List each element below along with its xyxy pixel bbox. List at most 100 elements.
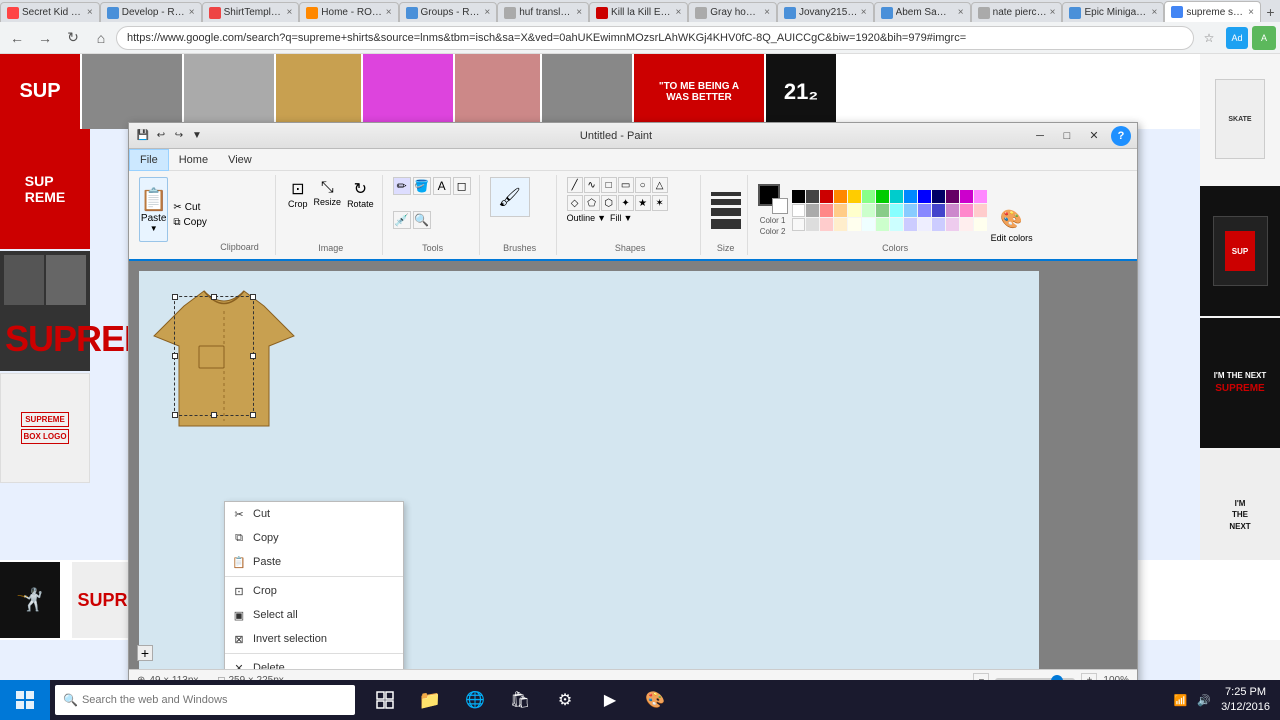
left-img-3[interactable]: SUPREME BOX LOGO <box>0 373 90 483</box>
ctx-selectall[interactable]: ▣ Select all <box>225 603 403 627</box>
palette-teal[interactable] <box>890 190 903 203</box>
handle-mr[interactable] <box>250 353 256 359</box>
color-pick-tool[interactable]: 💉 <box>393 211 411 229</box>
palette-llblue[interactable] <box>904 204 917 217</box>
tab-5[interactable]: Groups - RO... × <box>399 2 498 22</box>
palette-lpurple[interactable] <box>960 190 973 203</box>
palette-pink[interactable] <box>974 190 987 203</box>
paint-canvas-area[interactable]: ✂ Cut ⧉ Copy 📋 Paste ⊡ Crop <box>129 261 1137 669</box>
palette-g3[interactable] <box>862 218 875 231</box>
palette-dblue[interactable] <box>932 190 945 203</box>
palette-dgreen[interactable] <box>876 190 889 203</box>
palette-lblue[interactable] <box>904 190 917 203</box>
zoom-minus-button[interactable]: − <box>973 673 989 681</box>
bottom-img-1[interactable]: 🤺 <box>0 562 60 638</box>
menu-home[interactable]: Home <box>169 149 218 171</box>
zoom-tool[interactable]: 🔍 <box>413 211 431 229</box>
menu-file[interactable]: File <box>129 149 169 171</box>
palette-b5[interactable] <box>932 218 945 231</box>
palette-b4[interactable] <box>918 218 931 231</box>
bookmark-icon[interactable]: ☆ <box>1196 25 1222 51</box>
ctx-invertsel[interactable]: ⊠ Invert selection <box>225 627 403 651</box>
help-button[interactable]: ? <box>1111 126 1131 146</box>
size-3[interactable] <box>711 208 741 216</box>
palette-blue[interactable] <box>918 190 931 203</box>
shape-ellipse[interactable]: ○ <box>635 177 651 193</box>
back-button[interactable]: ← <box>4 25 30 51</box>
home-button[interactable]: ⌂ <box>88 25 114 51</box>
shape-star5[interactable]: ★ <box>635 195 651 211</box>
airdroid-icon[interactable]: A <box>1252 26 1276 50</box>
palette-white[interactable] <box>792 204 805 217</box>
tab-11[interactable]: nate pierce... × <box>971 2 1063 22</box>
palette-lyellow[interactable] <box>848 204 861 217</box>
palette-dgray[interactable] <box>806 190 819 203</box>
palette-red1[interactable] <box>820 190 833 203</box>
media-player-icon[interactable]: ▶ <box>590 680 630 720</box>
file-explorer-icon[interactable]: 📁 <box>410 680 450 720</box>
shape-roundrect[interactable]: ▭ <box>618 177 634 193</box>
left-img-1[interactable]: SUPREME <box>0 129 90 249</box>
undo-quick-icon[interactable]: ↩ <box>153 128 169 144</box>
palette-mpink[interactable] <box>960 204 973 217</box>
task-view-button[interactable] <box>365 680 405 720</box>
ctx-paste[interactable]: 📋 Paste <box>225 550 403 574</box>
paint-taskbar-icon[interactable]: 🎨 <box>635 680 675 720</box>
shape-star6[interactable]: ✶ <box>652 195 668 211</box>
right-img-2[interactable]: SUP <box>1200 186 1280 316</box>
menu-view[interactable]: View <box>218 149 262 171</box>
palette-lteal[interactable] <box>890 204 903 217</box>
palette-y3[interactable] <box>848 218 861 231</box>
rotate-button[interactable]: ↻ Rotate <box>345 177 376 243</box>
minimize-button[interactable]: ─ <box>1027 126 1053 146</box>
shape-rect[interactable]: □ <box>601 177 617 193</box>
palette-lgreen[interactable] <box>862 190 875 203</box>
copy-button[interactable]: ⧉ Copy <box>170 216 210 229</box>
tab-13[interactable]: supreme shi... × <box>1164 1 1261 22</box>
shape-star4[interactable]: ✦ <box>618 195 634 211</box>
taskbar-clock[interactable]: 7:25 PM 3/12/2016 <box>1221 685 1270 716</box>
palette-lpurple2[interactable] <box>946 204 959 217</box>
outline-selector[interactable]: Outline ▼ <box>567 213 606 223</box>
fill-selector[interactable]: Fill ▼ <box>610 213 632 223</box>
palette-mlgreen[interactable] <box>876 204 889 217</box>
paste-button[interactable]: 📋 Paste ▼ <box>139 177 168 242</box>
handle-tm[interactable] <box>211 294 217 300</box>
palette-p4[interactable] <box>960 218 973 231</box>
tab-3[interactable]: ShirtTemplat... × <box>202 2 300 22</box>
palette-orange1[interactable] <box>834 190 847 203</box>
tab-4[interactable]: Home - ROB... × <box>299 2 398 22</box>
top-img-3[interactable] <box>184 54 274 129</box>
add-point-button[interactable]: + <box>137 645 153 661</box>
top-img-5[interactable] <box>363 54 453 129</box>
ctx-delete[interactable]: ✕ Delete <box>225 656 403 669</box>
size-1[interactable] <box>711 192 741 196</box>
browser-taskbar-icon[interactable]: 🌐 <box>455 680 495 720</box>
top-img-8[interactable]: "TO ME BEING AWAS BETTER <box>634 54 764 129</box>
palette-lred[interactable] <box>820 204 833 217</box>
handle-br[interactable] <box>250 412 256 418</box>
redo-quick-icon[interactable]: ↪ <box>171 128 187 144</box>
top-img-4[interactable] <box>276 54 361 129</box>
tab-1[interactable]: Secret Kid W... × <box>0 2 100 22</box>
pencil-tool[interactable]: ✏ <box>393 177 411 195</box>
handle-tr[interactable] <box>250 294 256 300</box>
refresh-button[interactable]: ↻ <box>60 25 86 51</box>
top-img-2[interactable] <box>82 54 182 129</box>
tab-8[interactable]: Gray hoodie × <box>688 2 777 22</box>
size-4[interactable] <box>711 219 741 229</box>
palette-yellow1[interactable] <box>848 190 861 203</box>
handle-tl[interactable] <box>172 294 178 300</box>
taskbar-search-box[interactable]: 🔍 <box>55 685 355 715</box>
top-img-9[interactable]: 21₂ <box>766 54 836 129</box>
store-icon[interactable]: 🛍 <box>500 680 540 720</box>
volume-icon[interactable]: 🔊 <box>1197 694 1211 707</box>
palette-t3[interactable] <box>890 218 903 231</box>
top-img-7[interactable] <box>542 54 632 129</box>
maximize-button[interactable]: □ <box>1054 126 1080 146</box>
fill-tool[interactable]: 🪣 <box>413 177 431 195</box>
palette-w1[interactable] <box>792 218 805 231</box>
right-img-3[interactable]: I'M THE NEXT SUPREME <box>1200 318 1280 448</box>
start-button[interactable] <box>0 680 50 720</box>
tab-2[interactable]: Develop - RC... × <box>100 2 202 22</box>
